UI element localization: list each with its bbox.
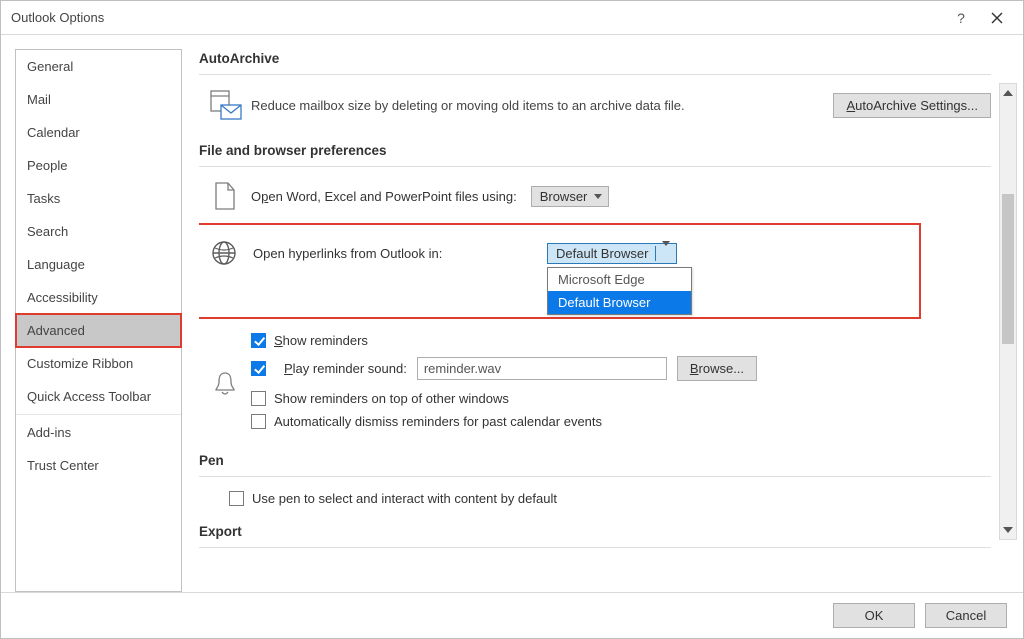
section-title-autoarchive: AutoArchive (199, 51, 991, 66)
use-pen-label: Use pen to select and interact with cont… (252, 491, 557, 506)
open-links-dropdown: Microsoft Edge Default Browser (547, 267, 692, 315)
section-divider (199, 166, 991, 167)
close-icon (991, 12, 1003, 24)
reminders-on-top-checkbox[interactable] (251, 391, 266, 406)
sidebar-item-search[interactable]: Search (16, 215, 181, 248)
scrollbar-thumb[interactable] (1002, 194, 1014, 344)
dropdown-item-edge[interactable]: Microsoft Edge (548, 268, 691, 291)
open-files-select[interactable]: Browser (531, 186, 609, 207)
scroll-down-button[interactable] (1000, 521, 1016, 539)
vertical-scrollbar[interactable] (999, 83, 1017, 540)
show-reminders-checkbox[interactable] (251, 333, 266, 348)
sidebar-item-trust-center[interactable]: Trust Center (16, 449, 181, 482)
section-divider (199, 476, 991, 477)
reminders-on-top-label: Show reminders on top of other windows (274, 391, 509, 406)
chevron-down-icon (662, 241, 670, 261)
archive-icon (207, 89, 243, 121)
section-title-filebrowser: File and browser preferences (199, 143, 991, 158)
autoarchive-description: Reduce mailbox size by deleting or movin… (251, 98, 833, 113)
autoarchive-settings-button[interactable]: AutoArchive Settings... (833, 93, 991, 118)
open-links-label: Open hyperlinks from Outlook in: (253, 246, 533, 261)
document-icon (212, 181, 238, 211)
help-button[interactable]: ? (943, 4, 979, 32)
browse-button[interactable]: Browse... (677, 356, 757, 381)
play-sound-label: Play reminder sound: (284, 361, 407, 376)
sidebar-separator (16, 414, 181, 415)
reminder-sound-input[interactable] (417, 357, 667, 380)
bell-icon (212, 369, 238, 399)
globe-icon (210, 239, 238, 267)
cancel-button[interactable]: Cancel (925, 603, 1007, 628)
section-divider (199, 74, 991, 75)
sidebar-item-calendar[interactable]: Calendar (16, 116, 181, 149)
ok-button[interactable]: OK (833, 603, 915, 628)
open-links-select[interactable]: Default Browser (547, 243, 677, 264)
nav-sidebar: General Mail Calendar People Tasks Searc… (15, 49, 182, 592)
chevron-down-icon (594, 194, 602, 199)
dialog-footer: OK Cancel (1, 592, 1023, 638)
open-files-label: Open Word, Excel and PowerPoint files us… (251, 189, 517, 204)
sidebar-item-advanced[interactable]: Advanced (16, 314, 181, 347)
close-button[interactable] (979, 4, 1015, 32)
open-links-value: Default Browser (556, 246, 648, 261)
play-sound-checkbox[interactable] (251, 361, 266, 376)
window-title: Outlook Options (11, 10, 943, 25)
content-panel: AutoArchive Reduce mailbox size by delet… (199, 45, 995, 592)
sidebar-item-people[interactable]: People (16, 149, 181, 182)
sidebar-item-tasks[interactable]: Tasks (16, 182, 181, 215)
show-reminders-label: Show reminders (274, 333, 368, 348)
sidebar-item-customize-ribbon[interactable]: Customize Ribbon (16, 347, 181, 380)
sidebar-item-general[interactable]: General (16, 50, 181, 83)
section-title-export: Export (199, 524, 991, 539)
sidebar-item-quick-access-toolbar[interactable]: Quick Access Toolbar (16, 380, 181, 413)
use-pen-checkbox[interactable] (229, 491, 244, 506)
sidebar-item-accessibility[interactable]: Accessibility (16, 281, 181, 314)
sidebar-item-mail[interactable]: Mail (16, 83, 181, 116)
auto-dismiss-label: Automatically dismiss reminders for past… (274, 414, 602, 429)
sidebar-item-addins[interactable]: Add-ins (16, 416, 181, 449)
title-bar: Outlook Options ? (1, 1, 1023, 35)
sidebar-item-language[interactable]: Language (16, 248, 181, 281)
dropdown-item-default-browser[interactable]: Default Browser (548, 291, 691, 314)
section-title-pen: Pen (199, 453, 991, 468)
section-divider (199, 547, 991, 548)
scroll-up-button[interactable] (1000, 84, 1016, 102)
auto-dismiss-checkbox[interactable] (251, 414, 266, 429)
open-files-value: Browser (540, 189, 588, 204)
